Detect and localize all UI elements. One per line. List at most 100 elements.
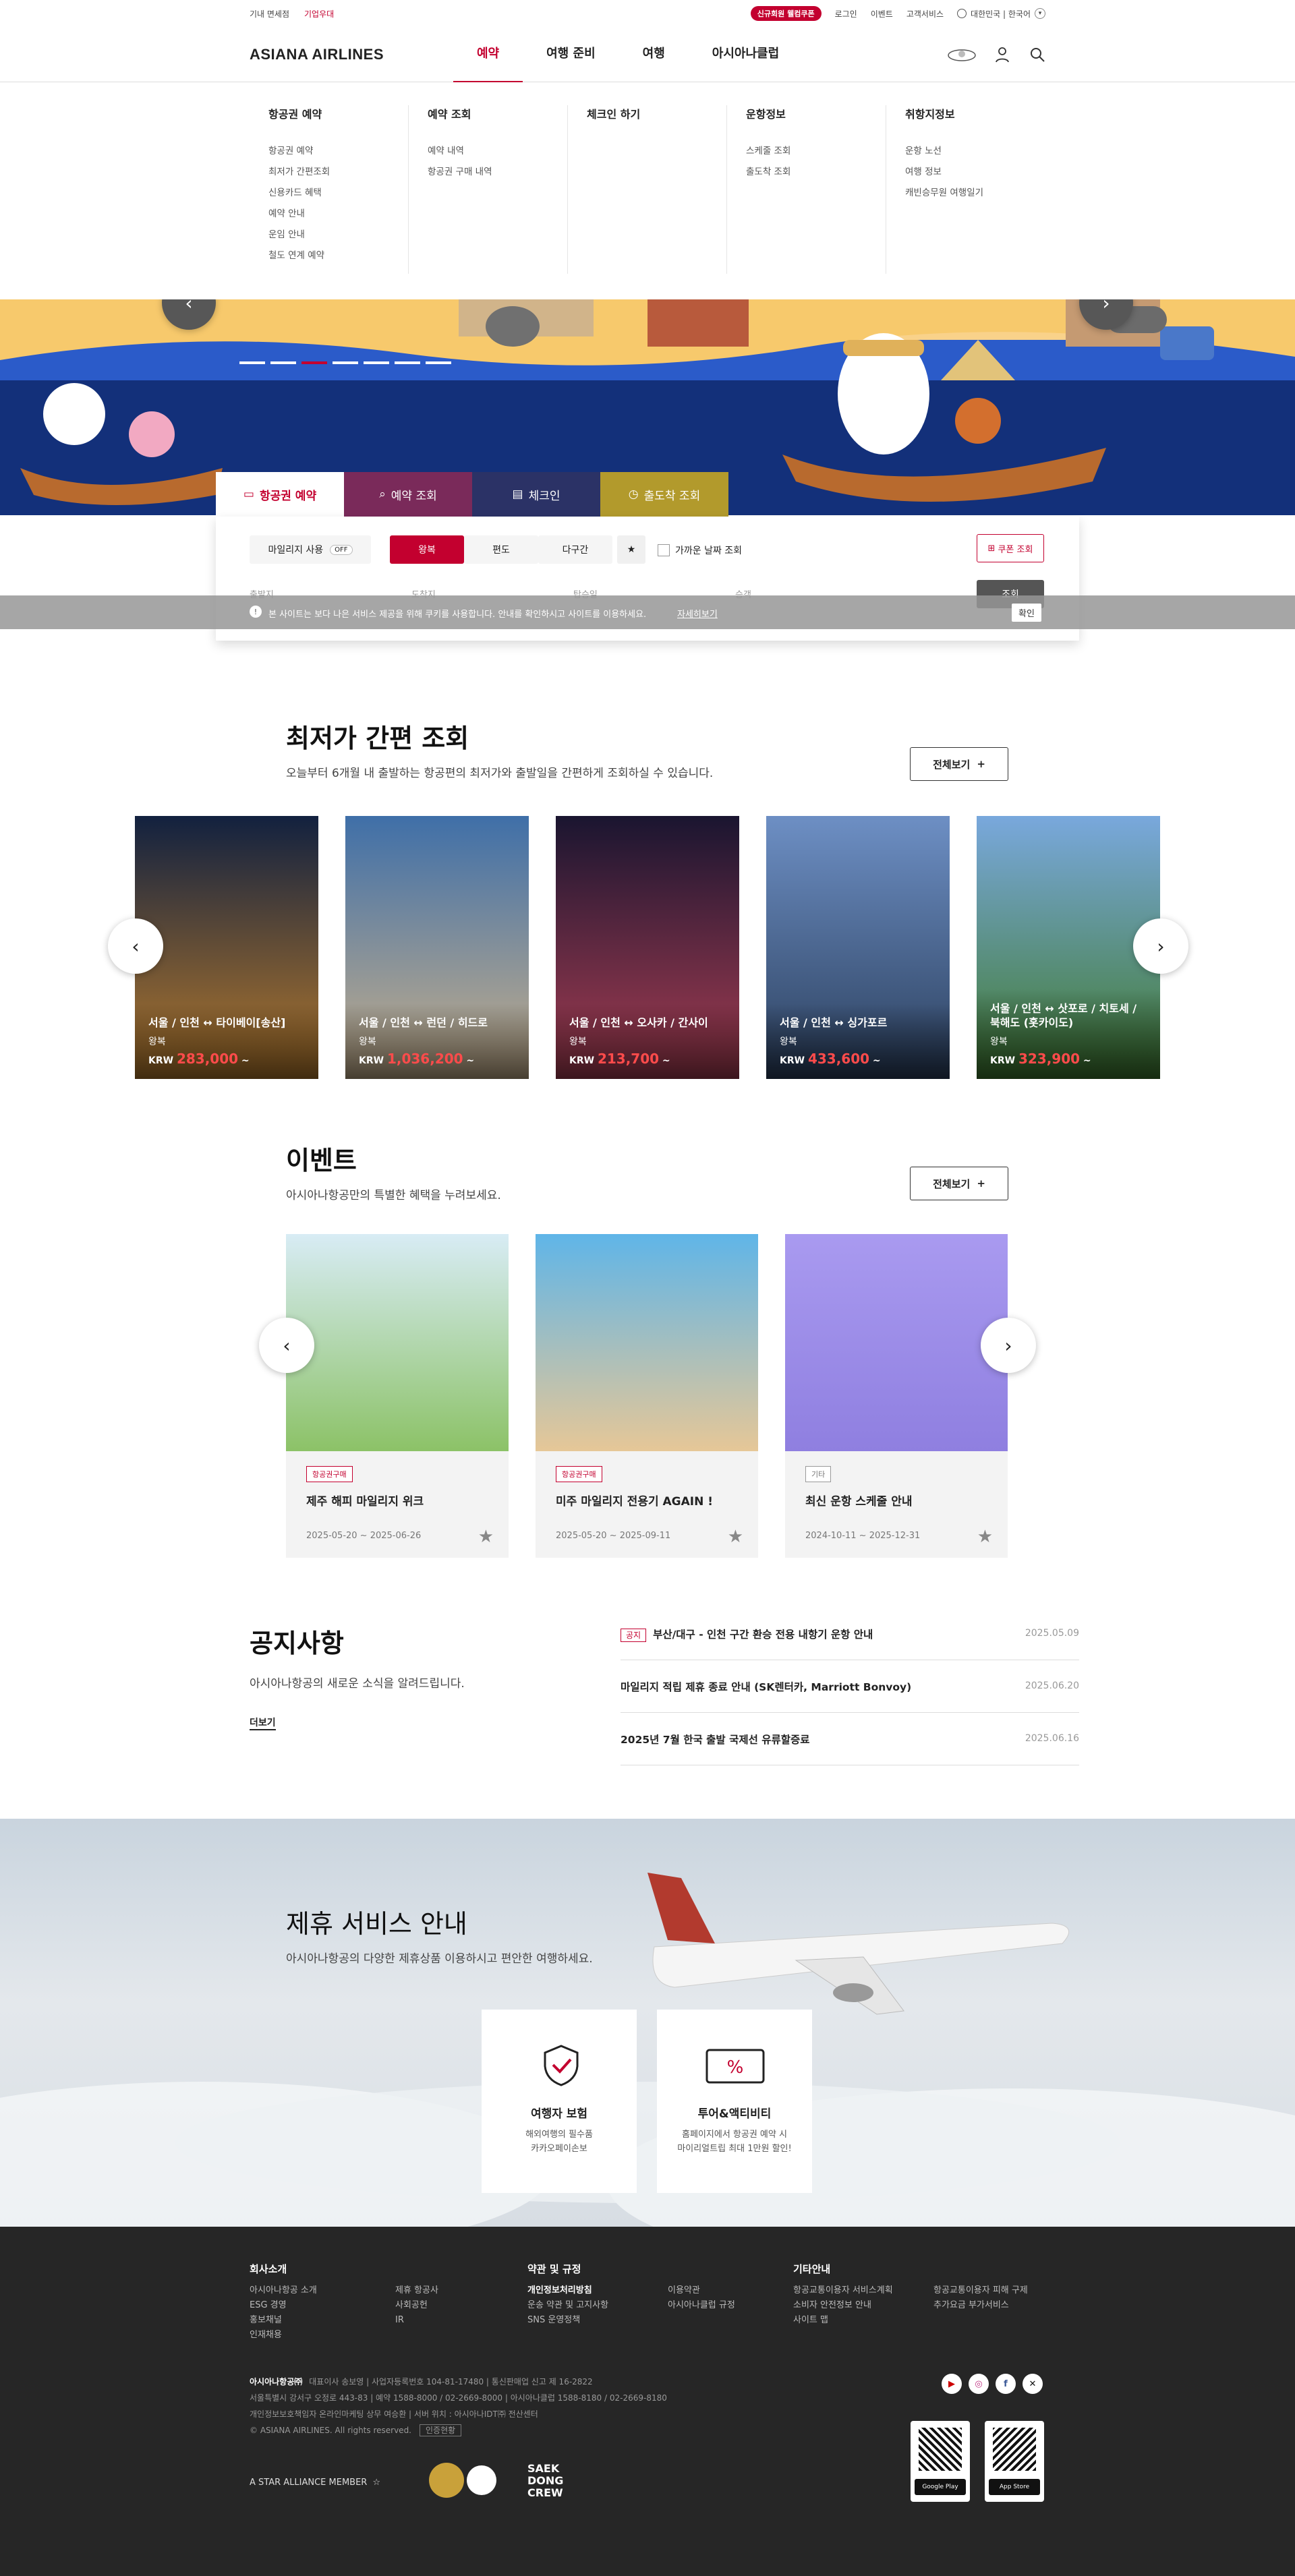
mileage-toggle[interactable]: 마일리지 사용 OFF xyxy=(250,535,371,564)
notice-row[interactable]: 공지 부산/대구 - 인천 구간 환승 전용 내항기 운항 안내 2025.05.… xyxy=(621,1608,1079,1660)
mega-link[interactable]: 항공권 구매 내역 xyxy=(428,164,567,177)
mega-link[interactable]: 신용카드 혜택 xyxy=(268,185,408,198)
lowest-price-card[interactable]: 서울 / 인천 ↔ 런던 / 히드로 왕복 KRW 1,036,200 ~ xyxy=(345,816,529,1079)
hero-dot[interactable] xyxy=(270,361,296,364)
favorite-star-icon[interactable]: ★ xyxy=(977,1527,993,1547)
corporate-link[interactable]: 기업우대 xyxy=(304,8,334,20)
certification-button[interactable]: 인증현황 xyxy=(420,2424,462,2436)
duty-free-link[interactable]: 기내 면세점 xyxy=(250,8,289,20)
hero-dot[interactable] xyxy=(395,361,420,364)
events-view-all-button[interactable]: 전체보기 + xyxy=(910,1167,1008,1200)
footer-link[interactable]: 이용약관 xyxy=(668,2283,735,2298)
event-link[interactable]: 이벤트 xyxy=(871,8,893,20)
notice-more-link[interactable]: 더보기 xyxy=(250,1716,276,1730)
google-play-badge[interactable]: Google Play xyxy=(915,2479,966,2495)
hero-dot-active[interactable] xyxy=(301,361,327,364)
search-icon[interactable] xyxy=(1029,47,1045,63)
menu-travel-prep[interactable]: 여행 준비 xyxy=(523,27,619,82)
lowest-price-card[interactable]: 서울 / 인천 ↔ 싱가포르 왕복 KRW 433,600 ~ xyxy=(766,816,950,1079)
footer-link[interactable]: 소비자 안전정보 안내 xyxy=(793,2298,893,2313)
trip-roundtrip[interactable]: 왕복 xyxy=(390,535,464,564)
mega-link[interactable]: 운임 안내 xyxy=(268,227,408,240)
coupon-lookup-button[interactable]: ⊞ 쿠폰 조회 xyxy=(977,534,1044,562)
tab-arrival-lookup[interactable]: ◷ 출도착 조회 xyxy=(600,472,728,517)
event-card[interactable]: 항공권구매 제주 해피 마일리지 위크 2025-05-20 ~ 2025-06-2… xyxy=(286,1234,509,1558)
mega-col-title[interactable]: 체크인 하기 xyxy=(587,105,726,121)
cookie-more-link[interactable]: 자세히보기 xyxy=(677,607,718,620)
footer-link[interactable]: IR xyxy=(395,2313,438,2328)
events-next-button[interactable]: › xyxy=(981,1318,1036,1373)
menu-travel[interactable]: 여행 xyxy=(619,27,689,82)
facebook-icon[interactable]: f xyxy=(996,2374,1016,2394)
tab-book-flight[interactable]: ▭ 항공권 예약 xyxy=(216,472,344,517)
partner-card-tour[interactable]: % 투어&액티비티 홈페이지에서 항공권 예약 시 마이리얼트립 최대 1만원 할… xyxy=(657,2010,812,2193)
footer-link[interactable]: ESG 경영 xyxy=(250,2298,317,2313)
mega-col-title[interactable]: 예약 조회 xyxy=(428,105,567,121)
tab-reservation-lookup[interactable]: ⌕ 예약 조회 xyxy=(344,472,472,517)
footer-link[interactable]: 인재채용 xyxy=(250,2328,317,2343)
trip-oneway[interactable]: 편도 xyxy=(464,535,538,564)
footer-link[interactable]: 항공교통이용자 서비스계획 xyxy=(793,2283,893,2298)
mega-link[interactable]: 최저가 간편조회 xyxy=(268,164,408,177)
near-date-checkbox[interactable]: 가까운 날짜 조회 xyxy=(658,544,742,557)
mega-link[interactable]: 스케줄 조회 xyxy=(746,143,886,156)
instagram-icon[interactable]: ◎ xyxy=(969,2374,989,2394)
customer-service-link[interactable]: 고객서비스 xyxy=(906,8,944,20)
mega-link[interactable]: 예약 안내 xyxy=(268,206,408,219)
airplane-promo-icon[interactable] xyxy=(947,45,977,65)
hero-dot[interactable] xyxy=(239,361,265,364)
language-selector[interactable]: 대한민국 | 한국어 ▾ xyxy=(957,8,1045,20)
lowest-prev-button[interactable]: ‹ xyxy=(108,918,163,974)
menu-reservation[interactable]: 예약 xyxy=(453,27,523,83)
footer-link[interactable]: 아시아나클럽 규정 xyxy=(668,2298,735,2313)
footer-link[interactable]: 아시아나항공 소개 xyxy=(250,2283,317,2298)
qr-google-play[interactable]: Google Play xyxy=(911,2421,970,2502)
mega-link[interactable]: 예약 내역 xyxy=(428,143,567,156)
footer-link[interactable]: 운송 약관 및 고지사항 xyxy=(527,2298,608,2313)
footer-link[interactable]: 항공교통이용자 피해 구제 xyxy=(933,2283,1028,2298)
login-link[interactable]: 로그인 xyxy=(835,8,857,20)
trip-multicity[interactable]: 다구간 xyxy=(538,535,612,564)
favorite-star-icon[interactable]: ★ xyxy=(478,1527,494,1547)
mega-col-title[interactable]: 운항정보 xyxy=(746,105,886,121)
menu-asiana-club[interactable]: 아시아나클럽 xyxy=(689,27,803,82)
notice-row[interactable]: 마일리지 적립 제휴 종료 안내 (SK렌터카, Marriott Bonvoy… xyxy=(621,1660,1079,1713)
asiana-logo[interactable]: ASIANA AIRLINES xyxy=(250,46,384,63)
mileage-switch[interactable]: OFF xyxy=(330,544,353,555)
footer-link[interactable]: 사이트 맵 xyxy=(793,2313,893,2328)
mega-col-title[interactable]: 항공권 예약 xyxy=(268,105,408,121)
mega-link[interactable]: 운항 노선 xyxy=(905,143,1045,156)
footer-link[interactable]: 추가요금 부가서비스 xyxy=(933,2298,1028,2313)
youtube-icon[interactable]: ▶ xyxy=(942,2374,962,2394)
user-icon[interactable] xyxy=(994,46,1012,63)
mega-link[interactable]: 출도착 조회 xyxy=(746,164,886,177)
hero-dot[interactable] xyxy=(364,361,389,364)
lowest-view-all-button[interactable]: 전체보기 + xyxy=(910,747,1008,781)
lowest-price-card[interactable]: 서울 / 인천 ↔ 오사카 / 간사이 왕복 KRW 213,700 ~ xyxy=(556,816,739,1079)
favorite-star-icon[interactable]: ★ xyxy=(617,535,645,564)
favorite-star-icon[interactable]: ★ xyxy=(728,1527,743,1547)
mega-link[interactable]: 캐빈승무원 여행일기 xyxy=(905,185,1045,198)
app-store-badge[interactable]: App Store xyxy=(989,2479,1040,2495)
cookie-ok-button[interactable]: 확인 xyxy=(1012,604,1041,622)
mega-col-title[interactable]: 취항지정보 xyxy=(905,105,1045,121)
tab-checkin[interactable]: ▤ 체크인 xyxy=(472,472,600,517)
notice-row[interactable]: 2025년 7월 한국 출발 국제선 유류할증료 2025.06.16 xyxy=(621,1713,1079,1765)
footer-link[interactable]: SNS 운영정책 xyxy=(527,2313,608,2328)
mega-link[interactable]: 여행 정보 xyxy=(905,164,1045,177)
event-card[interactable]: 항공권구매 미주 마일리지 전용기 AGAIN ! 2025-05-20 ~ 202… xyxy=(536,1234,758,1558)
partner-card-insurance[interactable]: 여행자 보험 해외여행의 필수품 카카오페이손보 xyxy=(482,2010,637,2193)
footer-link[interactable]: 홍보채널 xyxy=(250,2313,317,2328)
hero-dot[interactable] xyxy=(426,361,451,364)
footer-link[interactable]: 사회공헌 xyxy=(395,2298,438,2313)
mega-link[interactable]: 항공권 예약 xyxy=(268,143,408,156)
mega-link[interactable]: 철도 연계 예약 xyxy=(268,247,408,261)
event-card[interactable]: 기타 최신 운항 스케줄 안내 2024-10-11 ~ 2025-12-31 ★ xyxy=(785,1234,1008,1558)
lowest-next-button[interactable]: › xyxy=(1133,918,1188,974)
x-icon[interactable]: ✕ xyxy=(1023,2374,1043,2394)
hero-dot[interactable] xyxy=(333,361,358,364)
events-prev-button[interactable]: ‹ xyxy=(259,1318,314,1373)
footer-link-privacy[interactable]: 개인정보처리방침 xyxy=(527,2283,608,2298)
welcome-coupon-badge[interactable]: 신규회원 웰컴쿠폰 xyxy=(750,6,822,21)
footer-link[interactable]: 제휴 항공사 xyxy=(395,2283,438,2298)
